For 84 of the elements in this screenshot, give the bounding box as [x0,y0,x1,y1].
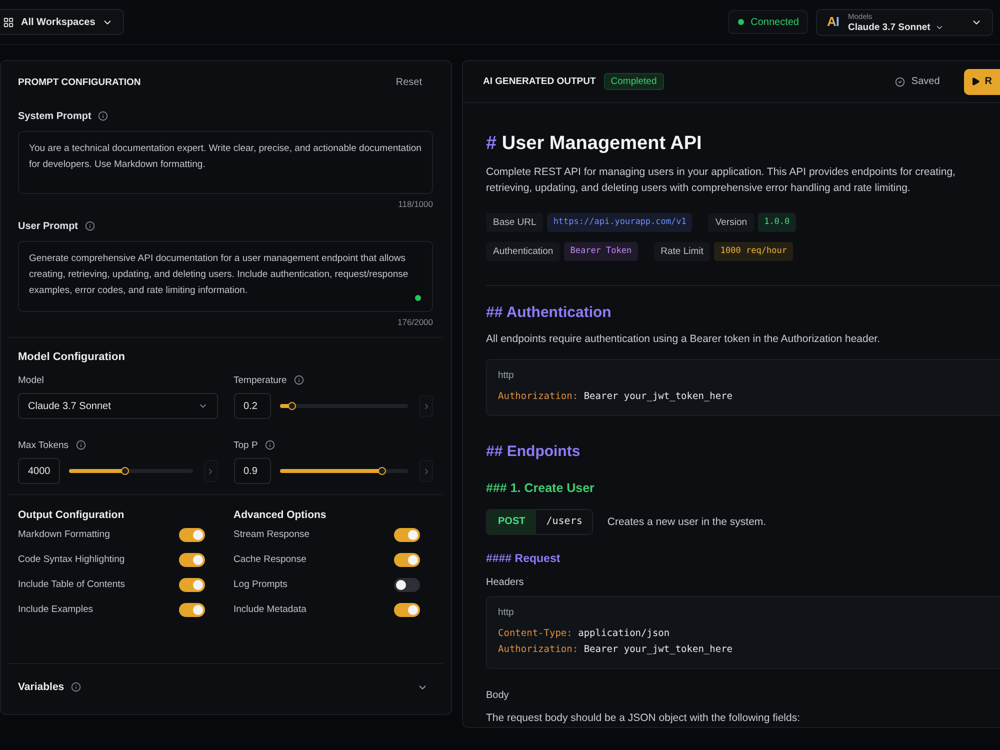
option-label: Code Syntax Highlighting [18,554,125,565]
paragraph: The request body should be a JSON object with the following fields: [486,711,802,726]
toggle-switch[interactable] [178,528,204,542]
slider-thumb[interactable] [120,467,129,475]
status-badge: Completed [604,73,664,90]
info-icon [98,111,108,121]
code-language: http [498,370,514,382]
option-label: Include Table of Contents [18,579,126,590]
info-icon [71,682,82,692]
prompt-field[interactable]: You are a technical documentation expert. Write clear, precise, and actionable documentation for developers. Use Markdown formatting. [18,131,433,194]
option-label: Log Prompts [234,579,288,590]
panel-title: AI GENERATED OUTPUT [483,76,596,87]
workspace-button[interactable]: All Workspaces [0,9,124,35]
paragraph: All endpoints require authentication using a Bearer token in the Authorization header. [486,332,882,347]
panel-title: PROMPT CONFIGURATION [18,76,141,88]
section-heading: ## Authentication [486,303,612,323]
field-label: User Prompt [18,220,78,232]
option-label: Cache Response [234,554,306,565]
meta-value: Bearer Token [564,242,638,261]
info-icon [294,375,304,385]
section-title: Model Configuration [18,351,126,364]
run-button[interactable]: R [964,68,1000,94]
field-label: Temperature [234,374,287,386]
meta-value: 1000 req/hour [714,242,793,261]
grid-icon [3,16,14,28]
ai-logo: AI [827,15,839,29]
slider-track[interactable] [280,469,408,473]
saved-label: Saved [911,76,940,87]
model-select[interactable]: Claude 3.7 Sonnet [18,393,218,419]
subheading-label: Headers [486,576,525,589]
option-label: Include Examples [18,604,93,615]
number-field[interactable]: 0.2 [234,393,270,419]
section-heading: ## Endpoints [486,442,582,462]
method-badge: POST [487,510,536,534]
number-field[interactable]: 4000 [18,458,60,484]
toggle-switch[interactable] [178,578,204,592]
meta-label: Base URL [486,213,544,232]
meta-label: Authentication [486,242,560,261]
character-counter: 176/2000 [398,317,433,327]
field-label: System Prompt [18,110,92,122]
number-field[interactable]: 0.9 [234,458,270,484]
section-title: Advanced Options [234,509,328,521]
toggle-switch[interactable] [394,528,420,542]
code-line: Authorization: Bearer your_jwt_token_here [498,390,733,404]
reset-button[interactable]: Reset [396,76,422,88]
info-icon [85,221,96,231]
slider-track[interactable] [69,469,192,473]
document-title: # User Management API [486,132,703,156]
option-label: Markdown Formatting [18,529,110,540]
field-label: Model [18,374,44,386]
subsection-heading: ### 1. Create User [486,480,596,497]
option-label: Stream Response [234,529,310,540]
subheading-label: Body [486,689,510,702]
toggle-switch[interactable] [394,602,420,616]
toggle-switch[interactable] [394,578,420,592]
code-language: http [498,607,514,619]
toggle-switch[interactable] [178,552,204,566]
meta-label: Rate Limit [654,242,710,261]
character-counter: 118/1000 [398,199,433,209]
section-title: Variables [18,681,64,693]
chevron-right-icon [206,466,215,476]
code-line: Content-Type: application/json [498,627,670,641]
status-label: Connected [750,16,799,28]
picker-value: Claude 3.7 Sonnet [848,22,930,32]
toggle-switch[interactable] [178,602,204,616]
code-line: Authorization: Bearer your_jwt_token_here [498,643,733,657]
play-icon [970,77,980,86]
prompt-field[interactable]: Generate comprehensive API documentation for a user management endpoint that allows creating, retrieving, updating, and deleting users. Include authentication, request/response examples, error codes, and rate limiting information. [18,241,433,312]
paragraph: Complete REST API for managing users in your application. This API provides endpoints for creating, retrieving, updating, and deleting users with comprehensive error handling and rate limiting. [486,165,956,196]
meta-label: Version [708,213,754,232]
minor-heading: #### Request [486,552,562,566]
endpoint-description: Creates a new user in the system. [607,516,766,528]
info-icon [264,440,275,450]
option-label: Include Metadata [234,604,306,615]
meta-value: 1.0.0 [758,213,796,232]
slider-thumb[interactable] [288,402,296,410]
field-label: Top P [234,440,258,450]
meta-value: https://api.yourapp.com/v1 [547,213,692,232]
toggle-switch[interactable] [394,552,420,566]
info-icon [76,440,86,450]
section-title: Output Configuration [18,509,126,521]
slider-thumb[interactable] [378,467,386,475]
field-label: Max Tokens [18,440,69,450]
check-circle-icon [895,76,906,86]
